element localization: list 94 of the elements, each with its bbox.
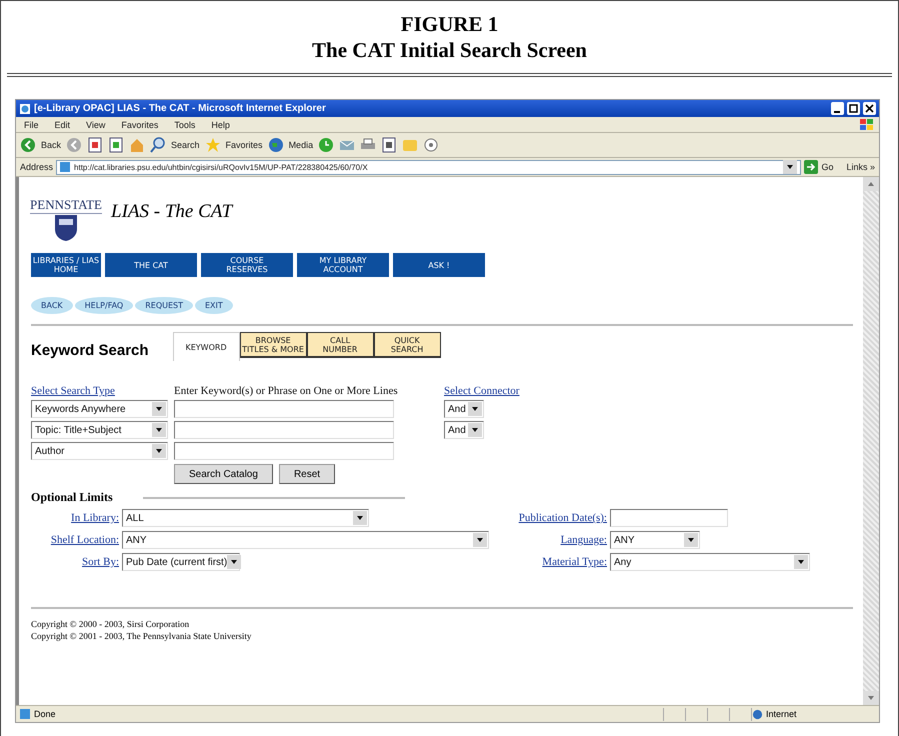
- copyright-text: Copyright © 2001 - 2003, The Pennsylvania State University: [31, 630, 252, 642]
- figure-caption: The CAT Initial Search Screen: [312, 37, 587, 63]
- limit-label-link[interactable]: Language:: [560, 534, 607, 546]
- action-button[interactable]: BACK: [31, 297, 73, 314]
- reset-button[interactable]: Reset: [278, 464, 336, 484]
- star-icon[interactable]: [204, 137, 221, 153]
- nav-button[interactable]: COURSE RESERVES: [201, 253, 293, 277]
- logo-text: PENNSTATE: [30, 197, 102, 214]
- search-icon[interactable]: [150, 137, 166, 153]
- menu-item[interactable]: Tools: [170, 120, 200, 130]
- search-tab[interactable]: KEYWORD: [172, 332, 240, 361]
- links-button[interactable]: Links »: [846, 162, 875, 172]
- url-text: http://cat.libraries.psu.edu/uhtbin/cgisirsi/uRQovIv15M/UP-PAT/228380425/60/70/X: [74, 162, 369, 172]
- globe-icon[interactable]: [268, 137, 284, 153]
- scrollbar[interactable]: [863, 177, 879, 705]
- site-title: LIAS - The CAT: [111, 201, 232, 223]
- search-tab[interactable]: BROWSE TITLES & MORE: [240, 332, 307, 358]
- globe-icon: [752, 708, 763, 720]
- caret-icon: [783, 160, 798, 174]
- forward-icon[interactable]: [66, 137, 82, 153]
- address-field[interactable]: http://cat.libraries.psu.edu/uhtbin/cgisirsi/uRQovIv15M/UP-PAT/228380425/60/70/X: [56, 160, 802, 174]
- figure-label: FIGURE 1: [400, 11, 498, 37]
- window-title: [e-Library OPAC] LIAS - The CAT - Microsoft Internet Explorer: [34, 103, 327, 114]
- browser-icon: [19, 102, 31, 114]
- limit-dropdown[interactable]: ANY: [122, 531, 489, 549]
- limit-dropdown[interactable]: ALL: [122, 509, 369, 527]
- search-heading: Keyword Search: [31, 342, 149, 359]
- favorites-label[interactable]: Favorites: [226, 140, 263, 150]
- search-input-field[interactable]: [174, 442, 394, 460]
- page-icon: [59, 161, 72, 173]
- scroll-up-icon[interactable]: [863, 177, 879, 191]
- search-input-field[interactable]: [174, 400, 394, 418]
- caret-icon: [152, 444, 166, 458]
- caret-icon: [152, 423, 166, 437]
- search-label[interactable]: Search: [171, 140, 200, 150]
- search-tab[interactable]: CALL NUMBER: [306, 332, 374, 358]
- search-type-dropdown[interactable]: Author: [31, 442, 168, 460]
- limit-dropdown[interactable]: Any: [610, 553, 810, 571]
- limit-label-link[interactable]: Material Type:: [542, 556, 607, 568]
- maximize-icon[interactable]: [847, 102, 860, 115]
- limit-label-link[interactable]: Shelf Location:: [50, 534, 119, 546]
- nav-button[interactable]: MY LIBRARY ACCOUNT: [297, 253, 389, 277]
- caret-icon: [473, 533, 487, 547]
- menu-item[interactable]: Edit: [50, 120, 74, 130]
- caret-icon: [353, 511, 367, 525]
- connector-dropdown[interactable]: And: [444, 421, 484, 439]
- limits-heading: Optional Limits: [31, 490, 113, 505]
- zone-text: Internet: [766, 709, 797, 719]
- menu-item[interactable]: View: [82, 120, 110, 130]
- caret-icon: [684, 533, 698, 547]
- windows-logo-icon: [859, 118, 875, 132]
- close-icon[interactable]: [863, 102, 876, 115]
- back-label[interactable]: Back: [41, 140, 62, 150]
- menu-item[interactable]: File: [20, 120, 43, 130]
- scroll-down-icon[interactable]: [863, 691, 879, 705]
- nav-button[interactable]: THE CAT: [105, 253, 197, 277]
- date-input-field[interactable]: [610, 509, 728, 527]
- caret-icon: [794, 555, 808, 569]
- limit-dropdown[interactable]: ANY: [610, 531, 700, 549]
- search-input-field[interactable]: [174, 421, 394, 439]
- address-label: Address: [20, 162, 54, 172]
- minimize-icon[interactable]: [831, 102, 844, 115]
- action-button[interactable]: EXIT: [195, 297, 233, 314]
- status-text: Done: [34, 709, 56, 719]
- history-icon[interactable]: [318, 137, 334, 153]
- shield-icon: [54, 214, 78, 242]
- back-icon[interactable]: [20, 137, 36, 153]
- menu-item[interactable]: Favorites: [117, 120, 162, 130]
- page-icon: [19, 708, 31, 720]
- action-button[interactable]: REQUEST: [135, 297, 193, 314]
- caret-icon: [468, 402, 482, 416]
- nav-button[interactable]: ASK !: [393, 253, 485, 277]
- connector-dropdown[interactable]: And: [444, 400, 484, 418]
- media-label[interactable]: Media: [288, 140, 314, 150]
- instructions-text: Enter Keyword(s) or Phrase on One or More Lines: [174, 385, 399, 397]
- go-arrow-icon[interactable]: [804, 160, 818, 174]
- caret-icon: [468, 423, 482, 437]
- nav-button[interactable]: LIBRARIES / LIAS HOME: [31, 253, 101, 277]
- limit-label-link[interactable]: In Library:: [71, 512, 119, 524]
- action-button[interactable]: HELP/FAQ: [74, 297, 134, 314]
- select-connector-link[interactable]: Select Connector: [444, 385, 554, 397]
- caret-icon: [227, 555, 242, 569]
- limit-dropdown[interactable]: Pub Date (current first): [122, 553, 240, 571]
- caret-icon: [152, 402, 166, 416]
- go-button[interactable]: Go: [821, 162, 834, 172]
- limit-label-link[interactable]: Publication Date(s):: [518, 512, 607, 524]
- search-type-dropdown[interactable]: Keywords Anywhere: [31, 400, 168, 418]
- menu-item[interactable]: Help: [207, 120, 234, 130]
- limit-label-link[interactable]: Sort By:: [82, 556, 119, 568]
- search-button[interactable]: Search Catalog: [174, 464, 273, 484]
- search-type-dropdown[interactable]: Topic: Title+Subject: [31, 421, 168, 439]
- select-search-type-link[interactable]: Select Search Type: [31, 385, 171, 397]
- search-tab[interactable]: QUICK SEARCH: [374, 332, 441, 358]
- copyright-text: Copyright © 2000 - 2003, Sirsi Corporation: [31, 618, 190, 630]
